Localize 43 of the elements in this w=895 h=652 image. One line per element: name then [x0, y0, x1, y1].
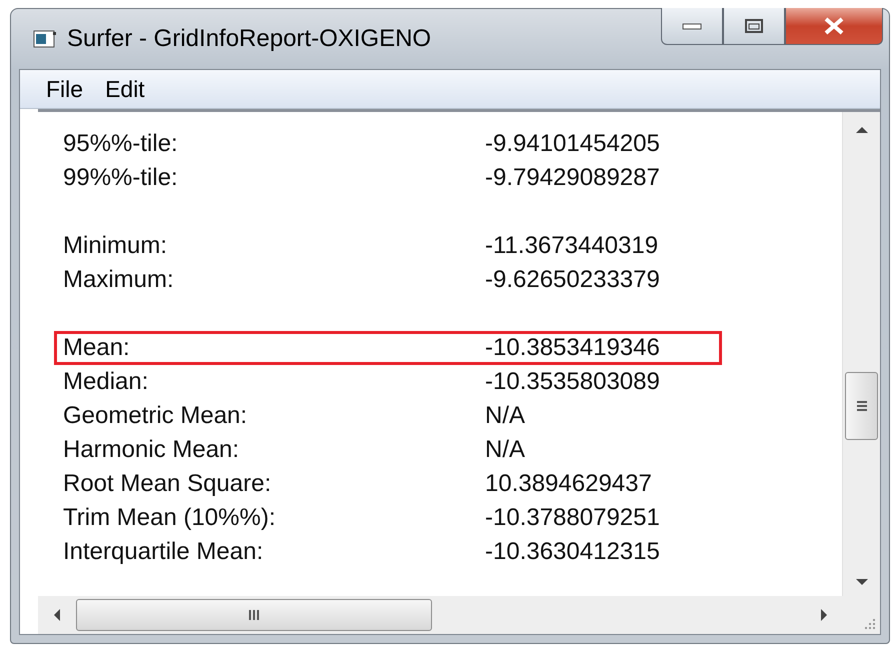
scroll-down-icon[interactable]	[854, 578, 870, 588]
stat-label: Median:	[63, 368, 150, 396]
maximize-button[interactable]	[723, 8, 785, 45]
horizontal-scrollbar[interactable]	[38, 596, 843, 634]
stat-value: -9.79429089287	[485, 164, 660, 192]
stat-value: -9.62650233379	[485, 266, 660, 294]
stat-value: -10.3853419346	[485, 334, 660, 362]
scroll-thumb[interactable]	[76, 599, 432, 631]
stat-value: -10.3788079251	[485, 504, 660, 532]
app-icon	[33, 29, 57, 49]
vertical-scrollbar[interactable]	[842, 112, 880, 596]
stat-value: 10.3894629437	[485, 470, 652, 498]
stat-label: Root Mean Square:	[63, 470, 272, 498]
close-button[interactable]	[785, 8, 883, 45]
stat-label: Geometric Mean:	[63, 402, 248, 430]
close-icon	[822, 17, 846, 35]
resize-grip-icon[interactable]	[862, 616, 876, 630]
grip-icon	[856, 400, 868, 412]
stat-label: Trim Mean (10%%):	[63, 504, 276, 532]
stat-value: N/A	[485, 402, 526, 430]
minimize-button[interactable]	[661, 8, 723, 45]
menu-item[interactable]: Edit	[105, 76, 145, 102]
scroll-left-icon[interactable]	[52, 607, 62, 623]
stat-label: 99%%-tile:	[63, 164, 179, 192]
stat-label: Mean:	[63, 334, 131, 362]
maximize-icon	[744, 18, 764, 34]
stat-label: 95%%-tile:	[63, 130, 179, 158]
scroll-up-icon[interactable]	[854, 124, 870, 134]
stat-label: Interquartile Mean:	[63, 538, 264, 566]
stat-label: Minimum:	[63, 232, 168, 260]
scroll-right-icon[interactable]	[819, 607, 829, 623]
minimize-icon	[681, 21, 703, 31]
stat-label: Harmonic Mean:	[63, 436, 240, 464]
stat-value: -10.3630412315	[485, 538, 660, 566]
grip-icon	[248, 609, 260, 621]
stat-label: Maximum:	[63, 266, 175, 294]
window-title: Surfer - GridInfoReport-OXIGENO	[67, 25, 432, 53]
stat-value: -9.94101454205	[485, 130, 660, 158]
stat-value: -11.3673440319	[485, 232, 658, 260]
stat-value: N/A	[485, 436, 526, 464]
scroll-thumb[interactable]	[845, 372, 878, 440]
stat-value: -10.3535803089	[485, 368, 660, 396]
menu-item[interactable]: File	[46, 76, 84, 102]
